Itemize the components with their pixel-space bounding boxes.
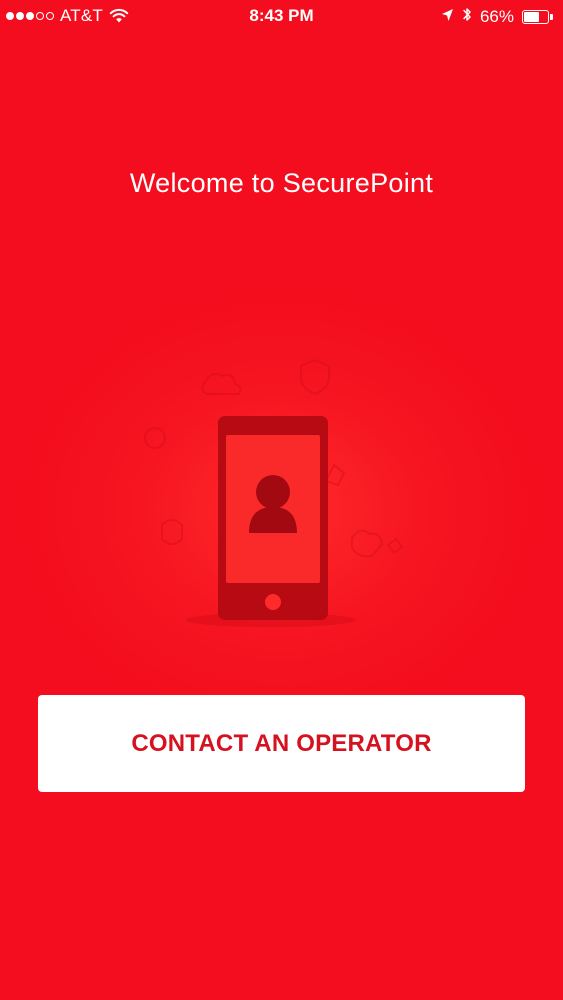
battery-tip: [550, 14, 553, 20]
status-right: 66%: [441, 6, 553, 28]
faint-hand-icon: [351, 529, 384, 558]
faint-cloud-icon: [201, 373, 242, 395]
status-bar: AT&T 8:43 PM 66%: [0, 0, 563, 34]
bluetooth-icon: [462, 6, 472, 28]
faint-face-icon: [161, 519, 183, 545]
faint-badge-icon: [324, 463, 346, 487]
app-screen: AT&T 8:43 PM 66% Welcome to SecurePoint …: [0, 0, 563, 1000]
contact-operator-button[interactable]: CONTACT AN OPERATOR: [38, 695, 525, 792]
phone-home-button: [265, 594, 281, 610]
faint-ring-icon: [144, 427, 166, 449]
faint-flag-icon: [386, 537, 404, 555]
battery-icon: [522, 10, 553, 24]
welcome-title: Welcome to SecurePoint: [129, 168, 434, 198]
faint-shield-icon: [300, 358, 330, 396]
battery-fill: [524, 12, 539, 22]
location-arrow-icon: [441, 7, 454, 27]
battery-percent: 66%: [479, 7, 514, 26]
phone-illustration: [120, 340, 443, 670]
